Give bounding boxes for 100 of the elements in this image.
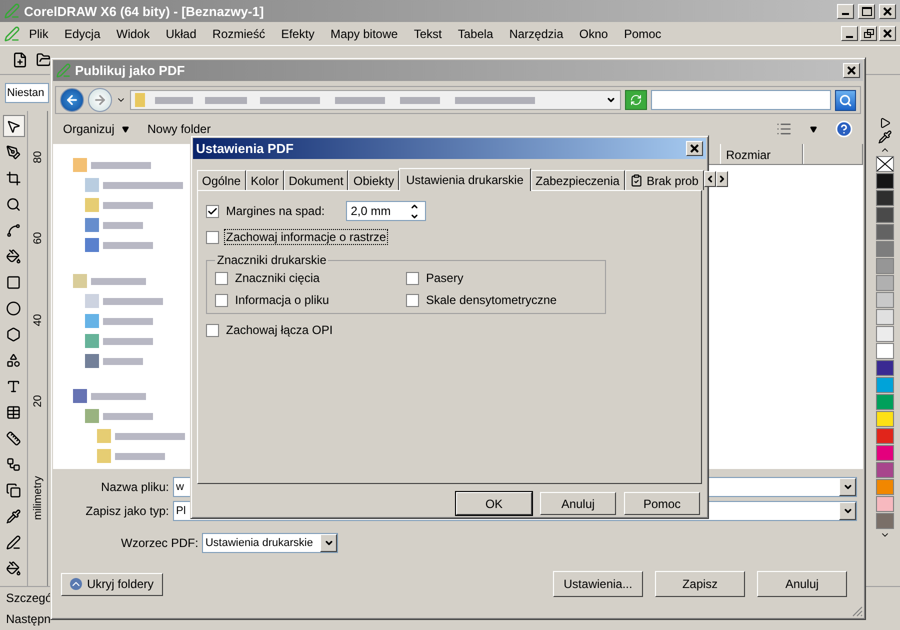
search-field[interactable] (651, 90, 831, 110)
resize-grip-icon[interactable] (851, 605, 863, 617)
tool-button[interactable] (2, 115, 24, 137)
rectangle-icon[interactable] (6, 274, 21, 290)
dialog-button[interactable]: OK (456, 492, 532, 515)
dialog-button[interactable]: Pomoc (624, 492, 700, 515)
checkbox-label[interactable]: Pasery (425, 271, 464, 285)
back-button[interactable] (60, 88, 84, 112)
tab[interactable]: Zabezpieczenia (530, 170, 625, 190)
tab[interactable]: Ustawienia drukarskie (399, 168, 530, 191)
color-swatch[interactable] (876, 275, 894, 291)
dialog-button[interactable]: Anuluj (757, 571, 847, 597)
tab[interactable]: Obiekty (348, 170, 400, 190)
shapes-icon[interactable] (6, 352, 21, 368)
menu-item[interactable]: Narzędzia (502, 26, 570, 40)
zoom-icon[interactable] (6, 196, 21, 212)
organize-menu[interactable]: Organizuj (63, 122, 130, 136)
menu-item[interactable]: Efekty (274, 26, 322, 40)
checkbox-label[interactable]: Zachowaj łącza OPI (225, 323, 334, 337)
freehand-icon[interactable] (6, 222, 21, 238)
search-button[interactable] (835, 90, 856, 110)
checkbox-label[interactable]: Zachowaj informacje o rastrze (225, 230, 388, 244)
color-swatch[interactable] (876, 394, 894, 410)
table-icon[interactable] (6, 404, 21, 420)
color-swatch[interactable] (876, 411, 894, 427)
bleed-spinner[interactable]: 2,0 mm (346, 201, 426, 221)
connector-icon[interactable] (6, 456, 21, 472)
fill-icon[interactable] (6, 560, 21, 576)
text-tool-icon[interactable] (6, 378, 21, 394)
help-icon[interactable] (835, 120, 853, 138)
preset-dropdown[interactable]: Ustawienia drukarskie (202, 533, 338, 553)
color-swatch[interactable] (876, 241, 894, 257)
color-swatch[interactable] (876, 462, 894, 478)
hide-folders-button[interactable]: Ukryj foldery (61, 572, 163, 596)
column-header[interactable]: Rozmiar (720, 144, 803, 164)
pen-tool-icon[interactable] (6, 144, 21, 160)
color-swatch[interactable] (876, 224, 894, 240)
view-list-icon[interactable] (776, 121, 792, 137)
menu-item[interactable]: Tabela (450, 26, 500, 40)
outline-pen-icon[interactable] (6, 534, 21, 550)
checkbox[interactable] (406, 272, 419, 284)
polygon-icon[interactable] (6, 326, 21, 342)
new-document-icon[interactable] (12, 52, 28, 68)
color-swatch[interactable] (876, 428, 894, 444)
color-swatch[interactable] (876, 445, 894, 461)
checkbox[interactable] (215, 294, 228, 306)
menu-item[interactable]: Rozmieść (205, 26, 272, 40)
color-swatch[interactable] (876, 190, 894, 206)
eyedropper-icon[interactable] (878, 130, 892, 144)
checkbox[interactable] (206, 324, 219, 336)
tab[interactable]: Brak prob (624, 170, 704, 190)
tab[interactable]: Dokument (284, 170, 348, 190)
maximize-button[interactable] (858, 4, 875, 18)
checkbox-label[interactable]: Skale densytometryczne (425, 293, 558, 307)
no-color-swatch[interactable] (876, 156, 894, 172)
minimize-button[interactable] (841, 26, 858, 41)
color-swatch[interactable] (876, 292, 894, 308)
restore-button[interactable] (860, 26, 877, 41)
tab[interactable]: Kolor (246, 170, 284, 190)
menu-item[interactable]: Układ (158, 26, 204, 40)
color-swatch[interactable] (876, 343, 894, 359)
flyout-icon[interactable] (879, 117, 891, 129)
close-button[interactable] (879, 26, 896, 41)
dialog-button[interactable]: Ustawienia... (553, 571, 643, 597)
address-field[interactable] (130, 90, 621, 110)
menu-item[interactable]: Widok (109, 26, 157, 40)
checkbox[interactable] (206, 204, 219, 218)
dialog-button[interactable]: Anuluj (540, 492, 616, 515)
menu-item[interactable]: Plik (22, 26, 56, 40)
color-swatch[interactable] (876, 479, 894, 495)
ellipse-icon[interactable] (6, 300, 21, 316)
menu-item[interactable]: Edycja (57, 26, 108, 40)
menu-item[interactable]: Tekst (406, 26, 449, 40)
dialog-button[interactable]: Zapisz (655, 571, 745, 597)
menu-item[interactable]: Mapy bitowe (323, 26, 405, 40)
checkbox-label[interactable]: Informacja o pliku (234, 293, 330, 307)
color-swatch[interactable] (876, 258, 894, 274)
refresh-button[interactable] (625, 90, 647, 110)
color-swatch[interactable] (876, 496, 894, 512)
checkbox-label[interactable]: Margines na spad: (225, 204, 326, 218)
color-swatch[interactable] (876, 309, 894, 325)
eyedropper-icon[interactable] (6, 508, 21, 524)
checkbox[interactable] (406, 294, 419, 306)
checkbox-label[interactable]: Znaczniki cięcia (234, 271, 321, 285)
close-button[interactable] (686, 141, 703, 156)
color-swatch[interactable] (876, 173, 894, 189)
menu-item[interactable]: Pomoc (616, 26, 668, 40)
caret-icon[interactable] (810, 126, 817, 132)
pointer-icon[interactable] (6, 118, 21, 134)
crop-icon[interactable] (6, 170, 21, 186)
minimize-button[interactable] (837, 4, 854, 18)
color-swatch[interactable] (876, 513, 894, 529)
color-swatch[interactable] (876, 360, 894, 376)
new-folder-button[interactable]: Nowy folder (147, 122, 211, 136)
folder-icon[interactable] (36, 52, 52, 68)
close-button[interactable] (879, 4, 896, 18)
color-swatch[interactable] (876, 326, 894, 342)
checkbox[interactable] (215, 272, 228, 284)
close-button[interactable] (843, 63, 860, 78)
checkbox[interactable] (206, 230, 219, 244)
